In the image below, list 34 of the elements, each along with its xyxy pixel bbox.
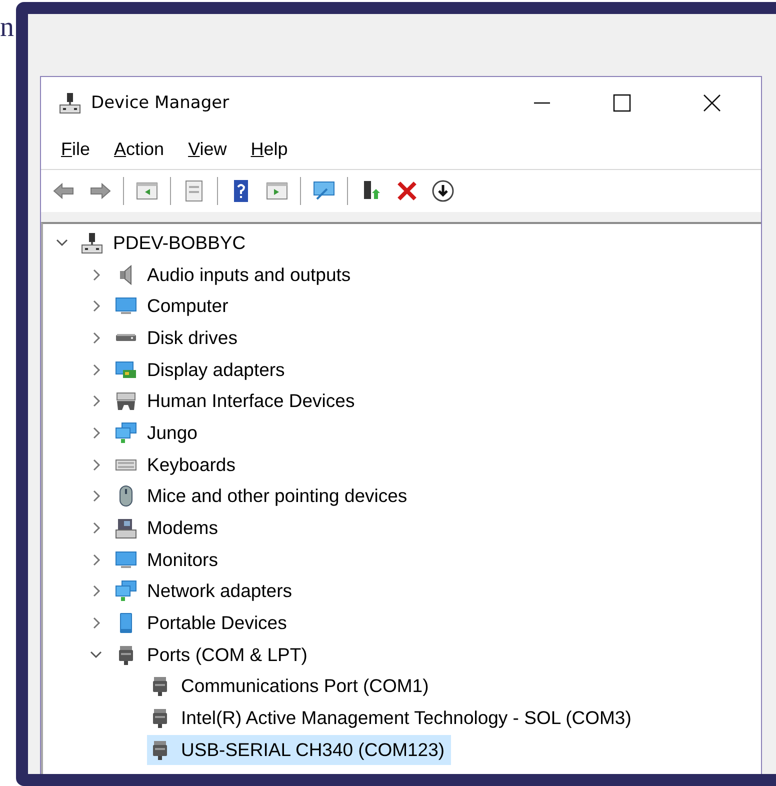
- tree-item[interactable]: Communications Port (COM1): [147, 671, 435, 702]
- monitor-icon: [115, 548, 137, 571]
- tree-item[interactable]: USB-SERIAL CH340 (COM123): [147, 734, 451, 765]
- display-adapter-icon: [115, 358, 137, 381]
- modem-icon: [115, 517, 137, 540]
- tree-item[interactable]: Computer: [113, 291, 234, 322]
- tree-item[interactable]: PDEV-BOBBYC: [79, 228, 252, 258]
- network-computer-icon: [59, 92, 81, 114]
- tree-item[interactable]: Monitors: [113, 544, 224, 575]
- tree-item[interactable]: Portable Devices: [113, 608, 293, 638]
- menu-item[interactable]: File: [55, 136, 96, 162]
- network-computer-icon: [81, 232, 103, 254]
- menu-item[interactable]: Help: [244, 136, 294, 162]
- tree-item[interactable]: Display adapters: [113, 354, 291, 385]
- tree-item[interactable]: Jungo: [113, 418, 204, 448]
- close-icon[interactable]: [702, 93, 722, 113]
- maximize-icon[interactable]: [612, 93, 632, 113]
- tree-item[interactable]: Human Interface Devices: [113, 386, 361, 416]
- window-title: Device Manager: [91, 93, 230, 113]
- disk-drive-icon: [115, 333, 137, 342]
- tree-item[interactable]: Intel(R) Active Management Technology - SOL (COM3): [147, 703, 638, 734]
- network-icon: [115, 580, 137, 602]
- tree-item[interactable]: Disk drives: [113, 322, 244, 353]
- menu-item[interactable]: Action: [108, 136, 170, 162]
- tree-item[interactable]: Ports (COM & LPT): [113, 640, 314, 670]
- gamepad-icon: [115, 390, 137, 412]
- tree-item[interactable]: Network adapters: [113, 576, 298, 606]
- tree-item[interactable]: Keyboards: [113, 450, 242, 480]
- menu-item[interactable]: View: [182, 136, 233, 162]
- tree-item[interactable]: Audio inputs and outputs: [113, 260, 357, 290]
- tree-item[interactable]: Modems: [113, 513, 224, 544]
- network-icon: [115, 422, 137, 444]
- heading-text: n: [0, 14, 15, 42]
- tree-item[interactable]: Mice and other pointing devices: [113, 481, 414, 512]
